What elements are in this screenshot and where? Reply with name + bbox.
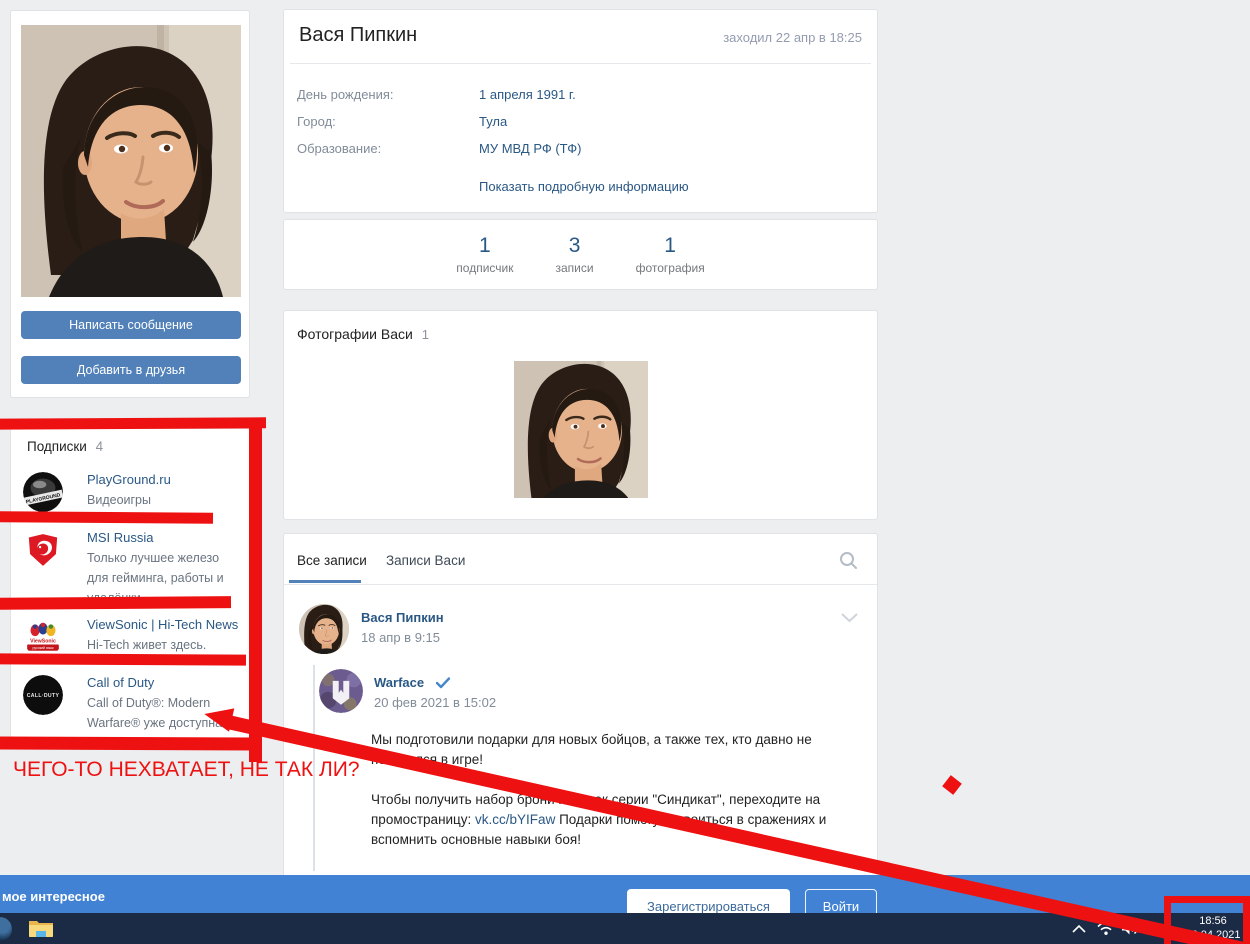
repost-author-avatar[interactable] <box>319 669 363 713</box>
info-value-birthday[interactable]: 1 апреля 1991 г. <box>479 87 576 102</box>
post-menu-chevron-icon[interactable] <box>841 610 858 628</box>
annotation-box-bottom <box>0 736 259 751</box>
annotation-strike-3 <box>0 653 247 666</box>
subscriptions-card: Подписки 4 PlayGround.ru Видеоигры MSI R… <box>10 428 250 746</box>
info-label-city: Город: <box>297 114 336 129</box>
annotation-strike-1 <box>0 511 214 524</box>
msi-logo-icon[interactable] <box>23 530 63 570</box>
info-value-education[interactable]: МУ МВД РФ (ТФ) <box>479 141 581 156</box>
post-author-avatar[interactable] <box>299 604 349 654</box>
subscription-name[interactable]: MSI Russia <box>87 530 153 545</box>
vk-profile-page: Написать сообщение Добавить в друзья Под… <box>0 0 1250 944</box>
playground-logo-icon[interactable] <box>23 472 63 512</box>
repost-text: Мы подготовили подарки для новых бойцов,… <box>371 732 827 847</box>
counter-followers[interactable]: 1 подписчик <box>456 234 513 275</box>
counter-posts[interactable]: 3 записи <box>555 234 593 275</box>
profile-name: Вася Пипкин <box>299 24 418 46</box>
photos-count: 1 <box>421 327 429 342</box>
subscription-item-playground: PlayGround.ru Видеоигры <box>21 471 243 510</box>
promo-link[interactable]: vk.cc/bYIFaw <box>475 812 555 827</box>
show-more-info-link[interactable]: Показать подробную информацию <box>479 179 689 194</box>
info-label-education: Образование: <box>297 141 382 156</box>
tab-owner-posts[interactable]: Записи Васи <box>386 553 465 568</box>
file-explorer-icon[interactable] <box>28 918 54 943</box>
tab-all-posts[interactable]: Все записи <box>297 553 367 568</box>
tray-chevron-icon[interactable] <box>1072 922 1086 940</box>
profile-photo-card: Написать сообщение Добавить в друзья <box>10 10 250 398</box>
active-tab-underline <box>289 580 361 583</box>
subscription-desc: Видеоигры <box>87 493 151 507</box>
add-friend-button[interactable]: Добавить в друзья <box>21 356 241 384</box>
counters-card: 1 подписчик 3 записи 1 фотография <box>283 219 878 290</box>
counter-photos[interactable]: 1 фотография <box>636 234 705 275</box>
subscription-name[interactable]: PlayGround.ru <box>87 472 171 487</box>
repost-date[interactable]: 20 фев 2021 в 15:02 <box>374 695 496 710</box>
promo-bar-label: мое интересное <box>2 889 105 904</box>
photo-thumbnail[interactable] <box>514 361 648 498</box>
info-value-city[interactable]: Тула <box>479 114 507 129</box>
cod-logo-icon[interactable] <box>23 675 63 715</box>
subscription-name[interactable]: Call of Duty <box>87 675 154 690</box>
taskbar-app-icon[interactable] <box>0 917 12 941</box>
last-seen-text: заходил 22 апр в 18:25 <box>723 30 862 45</box>
subscription-item-viewsonic: ViewSonic | Hi-Tech News Hi-Tech живет з… <box>21 616 243 655</box>
repost-author-name[interactable]: Warface <box>374 675 424 690</box>
photos-title[interactable]: Фотографии Васи <box>297 326 413 342</box>
annotation-box-top <box>0 417 267 430</box>
send-message-button[interactable]: Написать сообщение <box>21 311 241 339</box>
post-author-name[interactable]: Вася Пипкин <box>361 610 444 625</box>
subscriptions-title[interactable]: Подписки <box>27 439 87 454</box>
annotation-text: ЧЕГО-ТО НЕХВАТАЕТ, НЕ ТАК ЛИ? <box>13 758 360 781</box>
annotation-diamond <box>942 775 962 795</box>
profile-photo[interactable] <box>21 25 241 297</box>
wall-search-icon[interactable] <box>839 551 858 575</box>
annotation-box-right <box>249 420 262 762</box>
annotation-clock-box <box>1164 896 1250 944</box>
subscription-name[interactable]: ViewSonic | Hi-Tech News <box>87 617 238 632</box>
annotation-strike-2 <box>0 596 232 610</box>
viewsonic-logo-icon[interactable] <box>23 617 63 657</box>
windows-taskbar: РУС 18:56 26.04.2021 <box>0 913 1250 944</box>
info-label-birthday: День рождения: <box>297 87 394 102</box>
subscription-desc: Hi-Tech живет здесь. <box>87 638 207 652</box>
wall-card: Все записи Записи Васи Вася Пипкин 18 ап… <box>283 533 878 880</box>
verified-icon <box>435 676 451 694</box>
profile-info-card: Вася Пипкин заходил 22 апр в 18:25 День … <box>283 9 878 213</box>
subscriptions-count: 4 <box>95 439 104 454</box>
post-date[interactable]: 18 апр в 9:15 <box>361 630 440 645</box>
photos-card: Фотографии Васи 1 <box>283 310 878 520</box>
